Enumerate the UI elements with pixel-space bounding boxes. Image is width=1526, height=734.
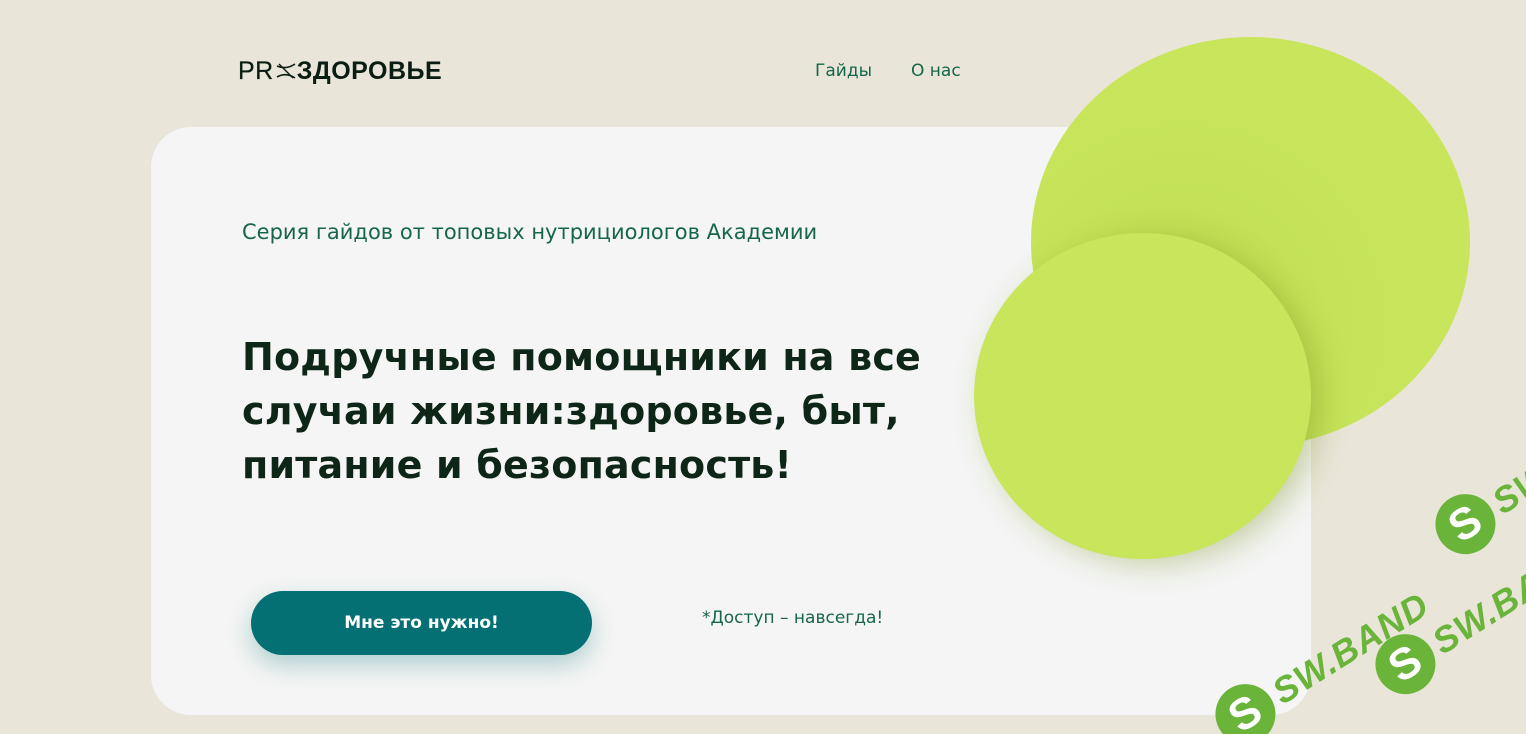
- logo-name: ЗДОРОВЬЕ: [296, 56, 443, 85]
- watermark-logo-icon: S: [1364, 622, 1447, 706]
- watermark-row: S SW.BAND: [1364, 526, 1526, 706]
- decorative-circle-small: [974, 233, 1311, 559]
- cta-button[interactable]: Мне это нужно!: [251, 591, 592, 655]
- watermark-text: SW.BAND: [1484, 450, 1526, 522]
- hero-headline: Подручные помощники на все случаи жизни:…: [242, 330, 962, 492]
- watermark-logo-icon: S: [1424, 482, 1507, 566]
- logo-mark-icon: [276, 60, 296, 82]
- access-note: *Доступ – навсегда!: [702, 608, 884, 628]
- hero-subtitle: Серия гайдов от топовых нутрициологов Ак…: [242, 220, 818, 244]
- nav-link-about[interactable]: О нас: [911, 61, 961, 83]
- watermark-row: S SW.BAND: [1424, 450, 1526, 566]
- headline-line: случаи жизни:здоровье, быт,: [242, 389, 900, 433]
- site-logo[interactable]: PR ЗДОРОВЬЕ: [238, 56, 442, 86]
- nav-link-guides[interactable]: Гайды: [815, 61, 872, 83]
- watermark-text: SW.BAND: [1424, 533, 1526, 662]
- logo-prefix: PR: [238, 56, 274, 85]
- headline-line: Подручные помощники на все: [242, 335, 922, 379]
- headline-line: питание и безопасность!: [242, 443, 793, 487]
